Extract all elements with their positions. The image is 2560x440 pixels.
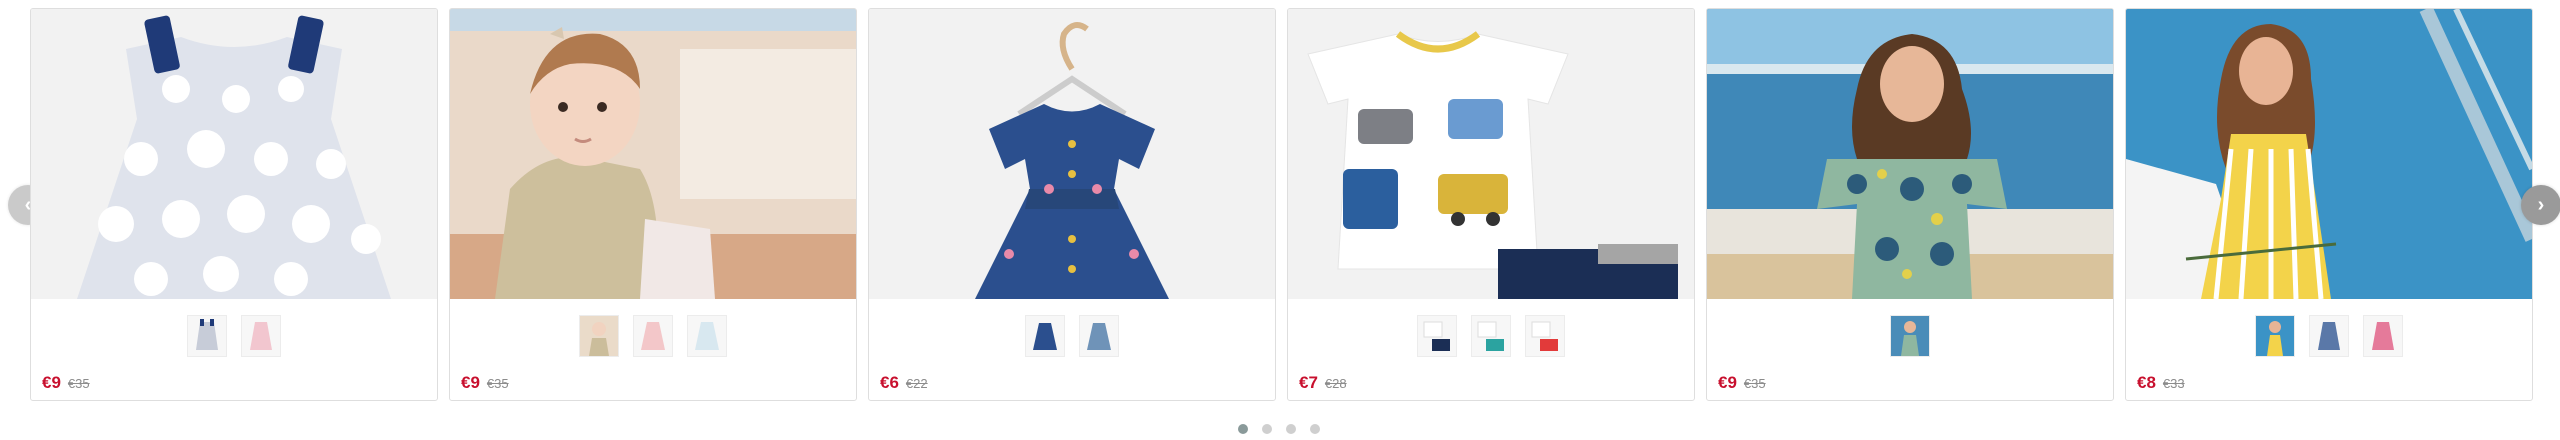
color-swatches [450,315,856,359]
sale-price: €9 [461,373,480,392]
original-price: €35 [67,376,90,391]
sale-price: €7 [1299,373,1318,392]
original-price: €28 [1324,376,1347,391]
color-swatch[interactable] [633,315,673,357]
color-swatch[interactable] [1417,315,1457,357]
pagination-dot[interactable] [1262,424,1272,434]
carousel-next-button[interactable]: › [2521,185,2560,225]
price-block: €6 €22 [880,373,928,393]
chevron-right-icon: › [2537,193,2545,216]
color-swatches [1707,315,2113,359]
product-image[interactable] [1707,9,2113,299]
product-card[interactable]: €9 €35 [30,8,438,401]
sale-price: €9 [1718,373,1737,392]
product-card[interactable]: €9 €35 [1706,8,2114,401]
color-swatches [31,315,437,359]
product-card[interactable]: €9 €35 [449,8,857,401]
color-swatch[interactable] [2255,315,2295,357]
carousel-pagination [1238,424,1320,434]
price-block: €8 €33 [2137,373,2185,393]
product-image[interactable] [450,9,856,299]
pagination-dot[interactable] [1310,424,1320,434]
color-swatch[interactable] [241,315,281,357]
price-block: €9 €35 [42,373,90,393]
sale-price: €6 [880,373,899,392]
product-image[interactable] [869,9,1275,299]
pagination-dot[interactable] [1286,424,1296,434]
color-swatch[interactable] [1025,315,1065,357]
original-price: €22 [905,376,928,391]
color-swatch[interactable] [1079,315,1119,357]
product-card[interactable]: €8 €33 [2125,8,2533,401]
color-swatch[interactable] [2363,315,2403,357]
color-swatch[interactable] [579,315,619,357]
color-swatch[interactable] [687,315,727,357]
price-block: €9 €35 [461,373,509,393]
color-swatches [2126,315,2532,359]
sale-price: €9 [42,373,61,392]
color-swatch[interactable] [187,315,227,357]
color-swatches [1288,315,1694,359]
sale-price: €8 [2137,373,2156,392]
product-card[interactable]: €6 €22 [868,8,1276,401]
color-swatches [869,315,1275,359]
product-image[interactable] [1288,9,1694,299]
color-swatch[interactable] [1525,315,1565,357]
product-image[interactable] [2126,9,2532,299]
product-image[interactable] [31,9,437,299]
original-price: €35 [486,376,509,391]
original-price: €33 [2162,376,2185,391]
product-carousel: ‹ €9 €35 €9 €35 €6 €22 €7 €28 €9 €35 €8 … [0,0,2560,440]
price-block: €9 €35 [1718,373,1766,393]
product-card[interactable]: €7 €28 [1287,8,1695,401]
color-swatch[interactable] [1471,315,1511,357]
original-price: €35 [1743,376,1766,391]
price-block: €7 €28 [1299,373,1347,393]
color-swatch[interactable] [2309,315,2349,357]
pagination-dot[interactable] [1238,424,1248,434]
carousel-track: €9 €35 €9 €35 €6 €22 €7 €28 €9 €35 €8 €3… [30,8,2540,403]
color-swatch[interactable] [1890,315,1930,357]
